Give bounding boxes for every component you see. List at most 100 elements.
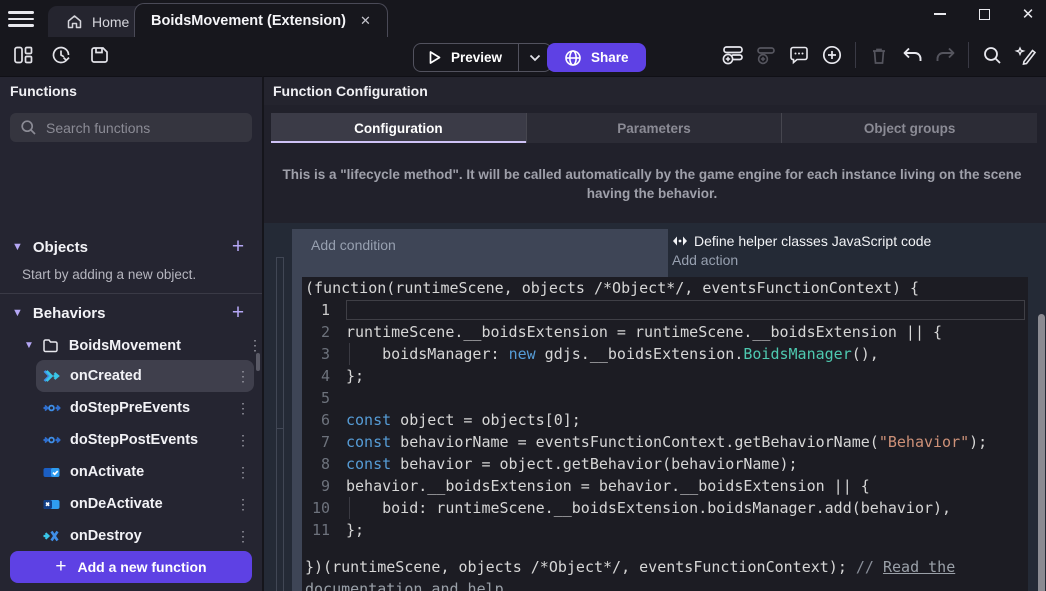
main-scrollbar[interactable] [1038, 314, 1045, 591]
main-toolbar: Preview Share [0, 37, 1046, 76]
code-line-1: 1 [302, 299, 1028, 321]
documentation-link[interactable]: documentation and help [305, 580, 504, 591]
code-line-content [346, 300, 1025, 320]
functions-sidebar: Functions ▼ Objects + Start by adding a … [0, 76, 262, 591]
minimize-button[interactable] [932, 6, 948, 22]
behavior-group-row[interactable]: ▼ BoidsMovement ⋮ [0, 332, 262, 359]
add-comment-icon[interactable] [786, 42, 812, 68]
search-box[interactable] [10, 113, 252, 142]
tab-configuration[interactable]: Configuration [271, 113, 527, 143]
globe-icon [564, 49, 582, 67]
deactivate-icon [42, 496, 61, 512]
code-token: BoidsManager [743, 345, 851, 363]
code-token: (function(runtimeScene, objects /*Object… [305, 279, 919, 297]
play-icon [427, 50, 442, 65]
undo-icon[interactable] [899, 42, 925, 68]
documentation-link[interactable]: Read the [883, 558, 955, 576]
close-button[interactable]: ✕ [1020, 6, 1036, 22]
function-item-onCreated[interactable]: onCreated⋮ [36, 360, 254, 392]
project-manager-icon[interactable] [10, 42, 36, 68]
kebab-menu-icon[interactable]: ⋮ [236, 464, 250, 481]
function-item-label: doStepPreEvents [70, 400, 227, 416]
tab-object-groups[interactable]: Object groups [782, 113, 1037, 143]
trash-icon[interactable] [866, 42, 892, 68]
edit-icon[interactable] [1012, 42, 1038, 68]
code-token: behaviorName = eventsFunctionContext.get… [391, 433, 879, 451]
chevron-down-icon[interactable]: ▼ [12, 307, 23, 319]
add-event-icon[interactable] [720, 42, 746, 68]
code-line-content: }; [346, 365, 1028, 387]
add-condition-cell[interactable]: Add condition [302, 229, 668, 277]
code-editor[interactable]: (function(runtimeScene, objects /*Object… [302, 277, 1028, 591]
indent-guide [349, 497, 350, 519]
add-behavior-button[interactable]: + [226, 303, 250, 323]
redo-icon[interactable] [932, 42, 958, 68]
indent-guide [349, 343, 350, 365]
function-item-onActivate[interactable]: onActivate⋮ [36, 456, 254, 488]
code-token: }; [346, 367, 364, 385]
chevron-down-icon[interactable]: ▼ [24, 340, 34, 351]
kebab-menu-icon[interactable]: ⋮ [236, 400, 250, 417]
kebab-menu-icon[interactable]: ⋮ [236, 528, 250, 545]
kebab-menu-icon[interactable]: ⋮ [236, 368, 250, 385]
function-item-doStepPostEvents[interactable]: doStepPostEvents⋮ [36, 424, 254, 456]
preview-button[interactable]: Preview [413, 43, 552, 72]
code-line-content: const object = objects[0]; [346, 409, 1028, 431]
kebab-menu-icon[interactable]: ⋮ [248, 337, 262, 354]
destroy-icon [42, 528, 61, 544]
event-selection-strip[interactable] [292, 229, 302, 591]
tab-home[interactable]: Home [48, 6, 147, 37]
objects-section-header[interactable]: ▼ Objects + [0, 233, 262, 261]
event-indent-tick [276, 428, 284, 429]
share-button[interactable]: Share [547, 43, 646, 72]
add-action-cell[interactable]: Add action [672, 249, 1028, 268]
function-item-onDestroy[interactable]: onDestroy ⋮ [36, 520, 254, 552]
function-item-label: onDeActivate [70, 496, 227, 512]
section-divider [0, 293, 262, 294]
function-item-doStepPreEvents[interactable]: doStepPreEvents ⋮ [36, 392, 254, 424]
code-token: behavior = object.getBehavior(behaviorNa… [391, 455, 797, 473]
tab-extension[interactable]: BoidsMovement (Extension) ✕ [134, 3, 388, 37]
chevron-down-icon[interactable]: ▼ [12, 241, 23, 253]
code-line-7: 7const behaviorName = eventsFunctionCont… [302, 431, 1028, 453]
function-configuration-panel: Function Configuration Configuration Par… [262, 76, 1046, 591]
history-icon[interactable] [48, 42, 74, 68]
function-item-MoveToPosition[interactable]: MoveToPosition⋮ [36, 584, 254, 591]
line-number: 8 [302, 453, 346, 475]
line-number: 7 [302, 431, 346, 453]
step-events-icon [42, 432, 61, 448]
code-token: "Behavior" [879, 433, 969, 451]
code-token: const [346, 455, 391, 473]
behaviors-section-header[interactable]: ▼ Behaviors + [0, 299, 262, 327]
maximize-button[interactable] [976, 6, 992, 22]
tab-close-icon[interactable]: ✕ [360, 13, 371, 29]
save-icon[interactable] [86, 42, 112, 68]
sidebar-scrollbar[interactable] [256, 353, 260, 371]
function-item-onDeActivate[interactable]: onDeActivate ⋮ [36, 488, 254, 520]
add-function-button[interactable]: + Add a new function [10, 551, 252, 583]
add-sub-event-icon[interactable] [753, 42, 779, 68]
behavior-created-icon [42, 368, 61, 384]
hamburger-menu-icon[interactable] [8, 9, 34, 29]
kebab-menu-icon[interactable]: ⋮ [236, 432, 250, 449]
toolbar-separator [855, 42, 856, 68]
code-token: boid: runtimeScene.__boidsExtension.boid… [346, 499, 951, 517]
function-item-label: onDestroy [70, 528, 227, 544]
objects-empty-text: Start by adding a new object. [22, 267, 196, 282]
panel-title: Function Configuration [264, 77, 1046, 105]
add-circle-icon[interactable] [819, 42, 845, 68]
search-input[interactable] [46, 120, 242, 136]
code-line-11: 11}; [302, 519, 1028, 541]
js-event-title: Define helper classes JavaScript code [694, 233, 931, 249]
code-line-content: boid: runtimeScene.__boidsExtension.boid… [346, 497, 1028, 519]
tab-parameters[interactable]: Parameters [527, 113, 783, 143]
kebab-menu-icon[interactable]: ⋮ [236, 496, 250, 513]
code-footer-line-2: documentation and help [302, 578, 1028, 591]
code-line-content: const behaviorName = eventsFunctionConte… [346, 431, 1028, 453]
line-number: 3 [302, 343, 346, 365]
code-line-8: 8const behavior = object.getBehavior(beh… [302, 453, 1028, 475]
tab-configuration-label: Configuration [354, 121, 442, 136]
search-icon[interactable] [979, 42, 1005, 68]
add-object-button[interactable]: + [226, 237, 250, 257]
js-event-title-row[interactable]: Define helper classes JavaScript code [672, 229, 1028, 249]
